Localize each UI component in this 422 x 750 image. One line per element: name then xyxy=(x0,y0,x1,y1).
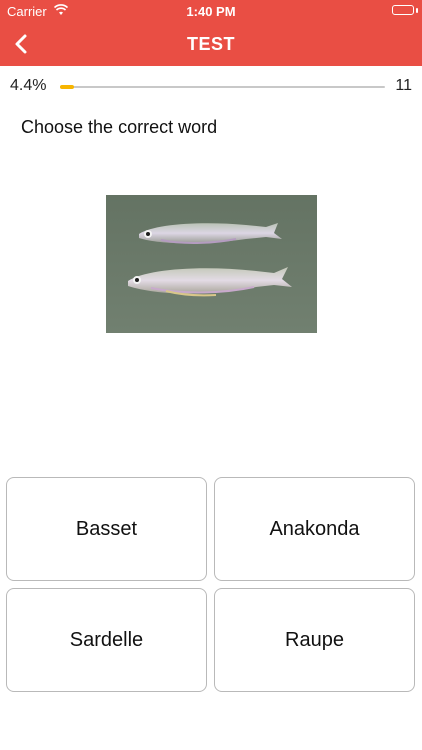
answer-button-1[interactable]: Basset xyxy=(6,477,207,581)
status-time: 1:40 PM xyxy=(186,4,236,19)
answer-button-4[interactable]: Raupe xyxy=(214,588,415,692)
page-title: TEST xyxy=(186,34,235,54)
question-image xyxy=(106,195,317,333)
answer-label: Sardelle xyxy=(69,628,144,651)
battery-icon xyxy=(392,5,414,15)
status-bar: Carrier 1:40 PM xyxy=(0,0,422,22)
answer-label: Basset xyxy=(75,517,138,540)
progress-bar xyxy=(60,85,385,89)
progress-row: 4.4% 11 xyxy=(0,72,422,102)
answer-button-3[interactable]: Sardelle xyxy=(6,588,207,692)
answer-button-2[interactable]: Anakonda xyxy=(214,477,415,581)
answer-label: Anakonda xyxy=(269,517,360,540)
answer-label: Raupe xyxy=(285,628,344,651)
battery-tip xyxy=(416,8,418,13)
progress-count: 11 xyxy=(395,77,412,94)
navigation-bar: TEST xyxy=(0,22,422,66)
progress-bar-fill xyxy=(60,85,75,89)
progress-percent: 4.4% xyxy=(10,77,47,94)
question-instruction: Choose the correct word xyxy=(21,117,218,137)
